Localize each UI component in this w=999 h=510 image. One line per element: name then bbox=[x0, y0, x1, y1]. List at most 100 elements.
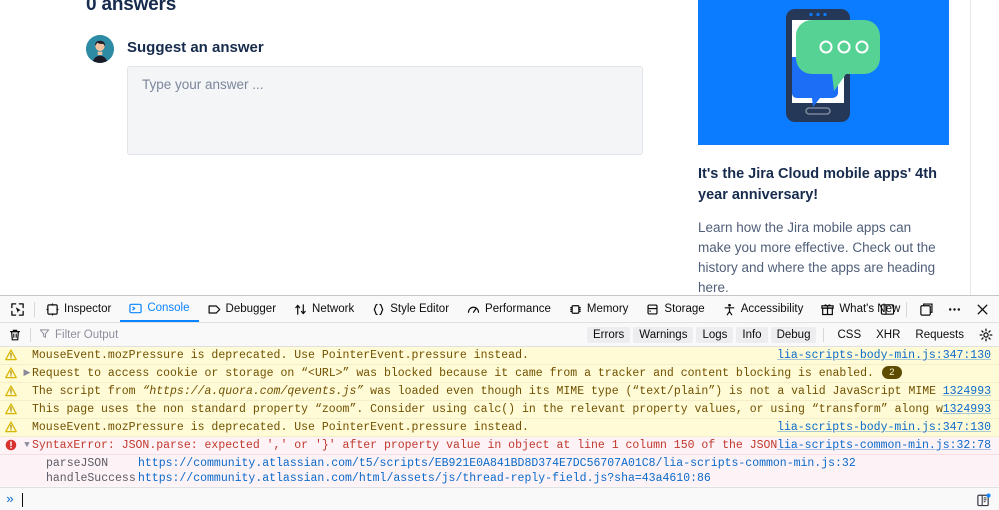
filter-errors-button[interactable]: Errors bbox=[586, 326, 631, 343]
filter-requests-button[interactable]: Requests bbox=[909, 327, 970, 343]
warning-triangle-icon bbox=[0, 366, 22, 379]
more-options-icon[interactable] bbox=[941, 296, 967, 322]
filter-logs-button[interactable]: Logs bbox=[696, 326, 734, 343]
toolbar-divider bbox=[34, 301, 35, 317]
dock-position-icon[interactable] bbox=[913, 296, 939, 322]
console-message-row[interactable]: ▶ Request to access cookie or storage on… bbox=[0, 365, 999, 383]
stack-trace: parseJSON https://community.atlassian.co… bbox=[0, 455, 999, 486]
tab-network-label: Network bbox=[312, 303, 355, 315]
tab-memory-label: Memory bbox=[586, 303, 629, 315]
promo-illustration bbox=[698, 0, 949, 145]
tab-debugger[interactable]: Debugger bbox=[199, 296, 286, 322]
trash-icon[interactable] bbox=[0, 323, 30, 346]
editor-mode-icon[interactable] bbox=[973, 490, 993, 510]
filter-xhr-button[interactable]: XHR bbox=[870, 327, 906, 343]
stack-frame-row[interactable]: handleSuccess https://community.atlassia… bbox=[0, 471, 999, 486]
error-circle-icon bbox=[0, 438, 22, 451]
tab-storage-label: Storage bbox=[664, 303, 705, 315]
gear-icon[interactable] bbox=[975, 324, 997, 346]
tab-accessibility[interactable]: Accessibility bbox=[714, 296, 813, 322]
console-message-source[interactable]: lia-scripts-body-min.js:347:130 bbox=[777, 420, 999, 435]
filter-bar-divider bbox=[30, 327, 31, 342]
console-message-text: This page uses the non standard property… bbox=[32, 403, 943, 416]
tab-memory[interactable]: Memory bbox=[560, 296, 638, 322]
tab-console-label: Console bbox=[147, 302, 190, 314]
memory-icon bbox=[569, 303, 582, 316]
console-message-text: SyntaxError: JSON.parse: expected ',' or… bbox=[32, 438, 777, 453]
console-message-row[interactable]: The script from “https://a.quora.com/qev… bbox=[0, 383, 999, 401]
tab-inspector-label: Inspector bbox=[64, 303, 112, 315]
console-message-source[interactable]: lia-scripts-common-min.js:32:78 bbox=[777, 438, 999, 453]
warning-triangle-icon bbox=[0, 402, 22, 415]
element-picker-icon[interactable] bbox=[0, 296, 34, 322]
tab-console[interactable]: Console bbox=[120, 296, 199, 322]
devtools-panel: Inspector Console Debugger Network Style… bbox=[0, 295, 999, 510]
storage-icon bbox=[646, 303, 659, 316]
devtools-toolbar: Inspector Console Debugger Network Style… bbox=[0, 296, 999, 323]
answer-input-placeholder: Type your answer ... bbox=[142, 77, 264, 92]
console-icon bbox=[129, 302, 142, 315]
filter-warnings-button[interactable]: Warnings bbox=[633, 326, 694, 343]
message-script-url: “https://a.quora.com/qevents.js” bbox=[142, 385, 364, 398]
promo-body: Learn how the Jira mobile apps can make … bbox=[698, 220, 936, 295]
filter-info-button[interactable]: Info bbox=[736, 326, 768, 343]
tab-style-editor-label: Style Editor bbox=[390, 303, 450, 315]
promo-card: It's the Jira Cloud mobile apps' 4th yea… bbox=[698, 0, 949, 295]
warning-triangle-icon bbox=[0, 420, 22, 433]
network-icon bbox=[294, 303, 307, 316]
tab-style-editor[interactable]: Style Editor bbox=[363, 296, 458, 322]
console-message-source[interactable]: 1324993 bbox=[943, 384, 999, 399]
console-prompt-icon: » bbox=[6, 492, 14, 507]
tab-performance[interactable]: Performance bbox=[458, 296, 560, 322]
filter-divider bbox=[823, 327, 825, 342]
warning-triangle-icon bbox=[0, 348, 22, 361]
suggest-answer-label: Suggest an answer bbox=[127, 39, 264, 56]
console-message-row[interactable]: MouseEvent.mozPressure is deprecated. Us… bbox=[0, 419, 999, 437]
message-expander[interactable]: ▶ bbox=[22, 366, 32, 381]
console-output[interactable]: MouseEvent.mozPressure is deprecated. Us… bbox=[0, 347, 999, 486]
stack-frame-function: parseJSON bbox=[46, 457, 109, 470]
screen-root: 0 answers Suggest an answer Type your an… bbox=[0, 0, 999, 510]
repeat-count-badge: 2 bbox=[881, 366, 902, 379]
console-message-source[interactable]: 1324993 bbox=[943, 402, 999, 417]
style-editor-icon bbox=[372, 303, 385, 316]
console-message-text: The script from “https://a.quora.com/qev… bbox=[32, 384, 943, 399]
console-message-row[interactable]: This page uses the non standard property… bbox=[0, 401, 999, 419]
filter-output-input[interactable]: Filter Output bbox=[39, 328, 118, 342]
stack-frame-function: handleSuccess bbox=[46, 472, 136, 485]
console-message-text: MouseEvent.mozPressure is deprecated. Us… bbox=[32, 421, 529, 434]
split-console-icon[interactable] bbox=[874, 296, 900, 322]
close-icon[interactable] bbox=[969, 296, 995, 322]
console-message-row[interactable]: MouseEvent.mozPressure is deprecated. Us… bbox=[0, 347, 999, 365]
performance-icon bbox=[467, 303, 480, 316]
devtools-toolbar-right bbox=[874, 296, 995, 322]
filter-css-button[interactable]: CSS bbox=[831, 327, 867, 343]
console-filter-buttons: Errors Warnings Logs Info Debug CSS XHR … bbox=[586, 323, 997, 346]
console-input-bar[interactable]: » bbox=[0, 487, 999, 510]
toolbar-right-divider bbox=[906, 301, 907, 317]
message-text-pre: The script from bbox=[32, 385, 143, 398]
tab-inspector[interactable]: Inspector bbox=[37, 296, 120, 322]
tab-performance-label: Performance bbox=[485, 303, 551, 315]
promo-title: It's the Jira Cloud mobile apps' 4th yea… bbox=[698, 166, 937, 203]
page-content-area: 0 answers Suggest an answer Type your an… bbox=[0, 0, 999, 295]
message-text-post: was loaded even though its MIME type (“t… bbox=[363, 385, 943, 398]
stack-frame-url[interactable]: https://community.atlassian.com/html/ass… bbox=[138, 471, 711, 486]
message-expander[interactable]: ▼ bbox=[22, 438, 32, 453]
warning-triangle-icon bbox=[0, 384, 22, 397]
avatar bbox=[86, 35, 114, 63]
console-message-source[interactable]: lia-scripts-body-min.js:347:130 bbox=[777, 348, 999, 363]
error-message-body: SyntaxError: JSON.parse: expected ',' or… bbox=[32, 439, 778, 452]
debugger-icon bbox=[208, 303, 221, 316]
whats-new-icon bbox=[821, 303, 835, 316]
console-message-row[interactable]: ▼ SyntaxError: JSON.parse: expected ',' … bbox=[0, 437, 999, 455]
console-filter-bar: Filter Output Errors Warnings Logs Info … bbox=[0, 323, 999, 347]
inspector-icon bbox=[46, 303, 59, 316]
avatar-illustration-icon bbox=[86, 35, 114, 63]
filter-debug-button[interactable]: Debug bbox=[770, 326, 817, 343]
tab-storage[interactable]: Storage bbox=[637, 296, 713, 322]
stack-frame-url[interactable]: https://community.atlassian.com/t5/scrip… bbox=[138, 456, 856, 471]
stack-frame-row[interactable]: parseJSON https://community.atlassian.co… bbox=[0, 456, 999, 471]
tab-network[interactable]: Network bbox=[285, 296, 363, 322]
answer-input[interactable]: Type your answer ... bbox=[127, 66, 643, 155]
